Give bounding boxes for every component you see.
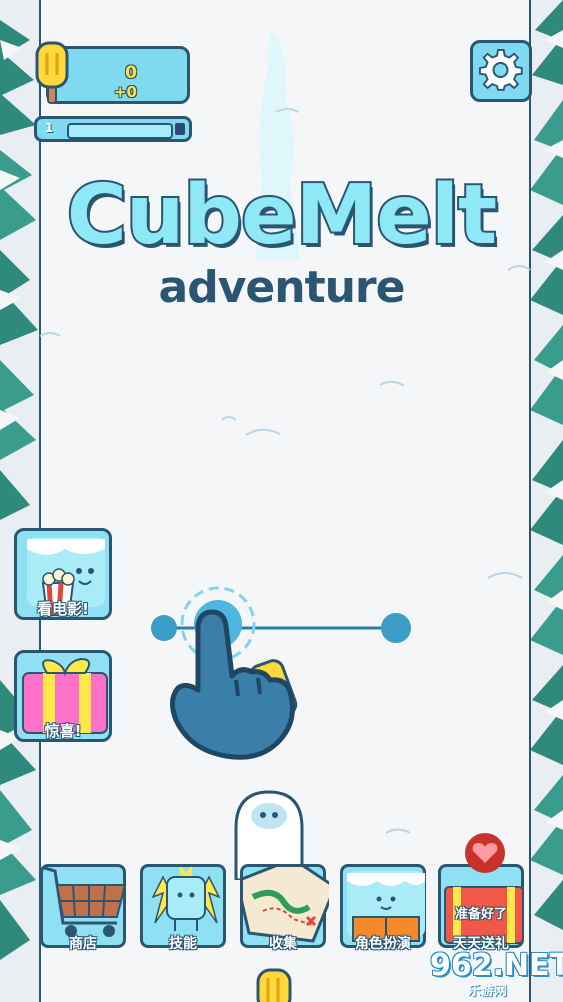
collection-button[interactable]: 收集 — [240, 864, 329, 952]
level-progress-fill — [67, 123, 173, 139]
surprise-button[interactable]: 惊喜! — [14, 650, 112, 742]
bottom-popsicle-icon — [256, 968, 292, 1002]
skills-label: 技能 — [169, 936, 197, 952]
game-subtitle: adventure — [158, 262, 406, 313]
gear-icon — [479, 49, 523, 91]
level-progress-empty — [175, 123, 185, 135]
level-number: 1 — [45, 121, 54, 135]
surprise-label: 惊喜! — [44, 722, 82, 740]
shop-button[interactable]: 商店 — [40, 864, 127, 952]
daily-gift-button[interactable]: 准备好了 天天送礼 — [438, 833, 524, 952]
left-trees — [0, 0, 41, 1002]
roleplay-button[interactable]: 角色扮演 — [340, 864, 426, 952]
watermark-subtext: 乐游网 — [468, 984, 508, 999]
skills-button[interactable]: 技能 — [140, 864, 226, 952]
watermark: 962.NET 乐游网 — [424, 946, 563, 1000]
collection-label: 收集 — [269, 936, 297, 952]
daily-gift-status: 准备好了 — [454, 907, 507, 922]
heart-badge-icon — [465, 833, 505, 873]
game-title: CubeMelt — [65, 166, 499, 265]
level-progress-bar: 1 — [34, 116, 192, 142]
watch-video-label: 看电影! — [37, 600, 89, 618]
popsicle-icon — [35, 41, 69, 104]
score-bonus: +0 — [113, 83, 137, 101]
watermark-logo: 962.NET — [430, 948, 563, 983]
settings-button[interactable] — [470, 40, 532, 102]
shop-label: 商店 — [69, 936, 97, 952]
score-value: 0 — [125, 63, 137, 83]
game-stage: 0 +0 1 CubeMelt adventure 看电影! 惊喜! 商店 技能… — [0, 0, 563, 1002]
watch-video-button[interactable]: 看电影! — [14, 528, 112, 620]
score-panel: 0 +0 — [35, 41, 190, 104]
swipe-tutorial — [151, 586, 411, 760]
right-trees — [529, 0, 563, 1002]
roleplay-label: 角色扮演 — [355, 936, 411, 952]
